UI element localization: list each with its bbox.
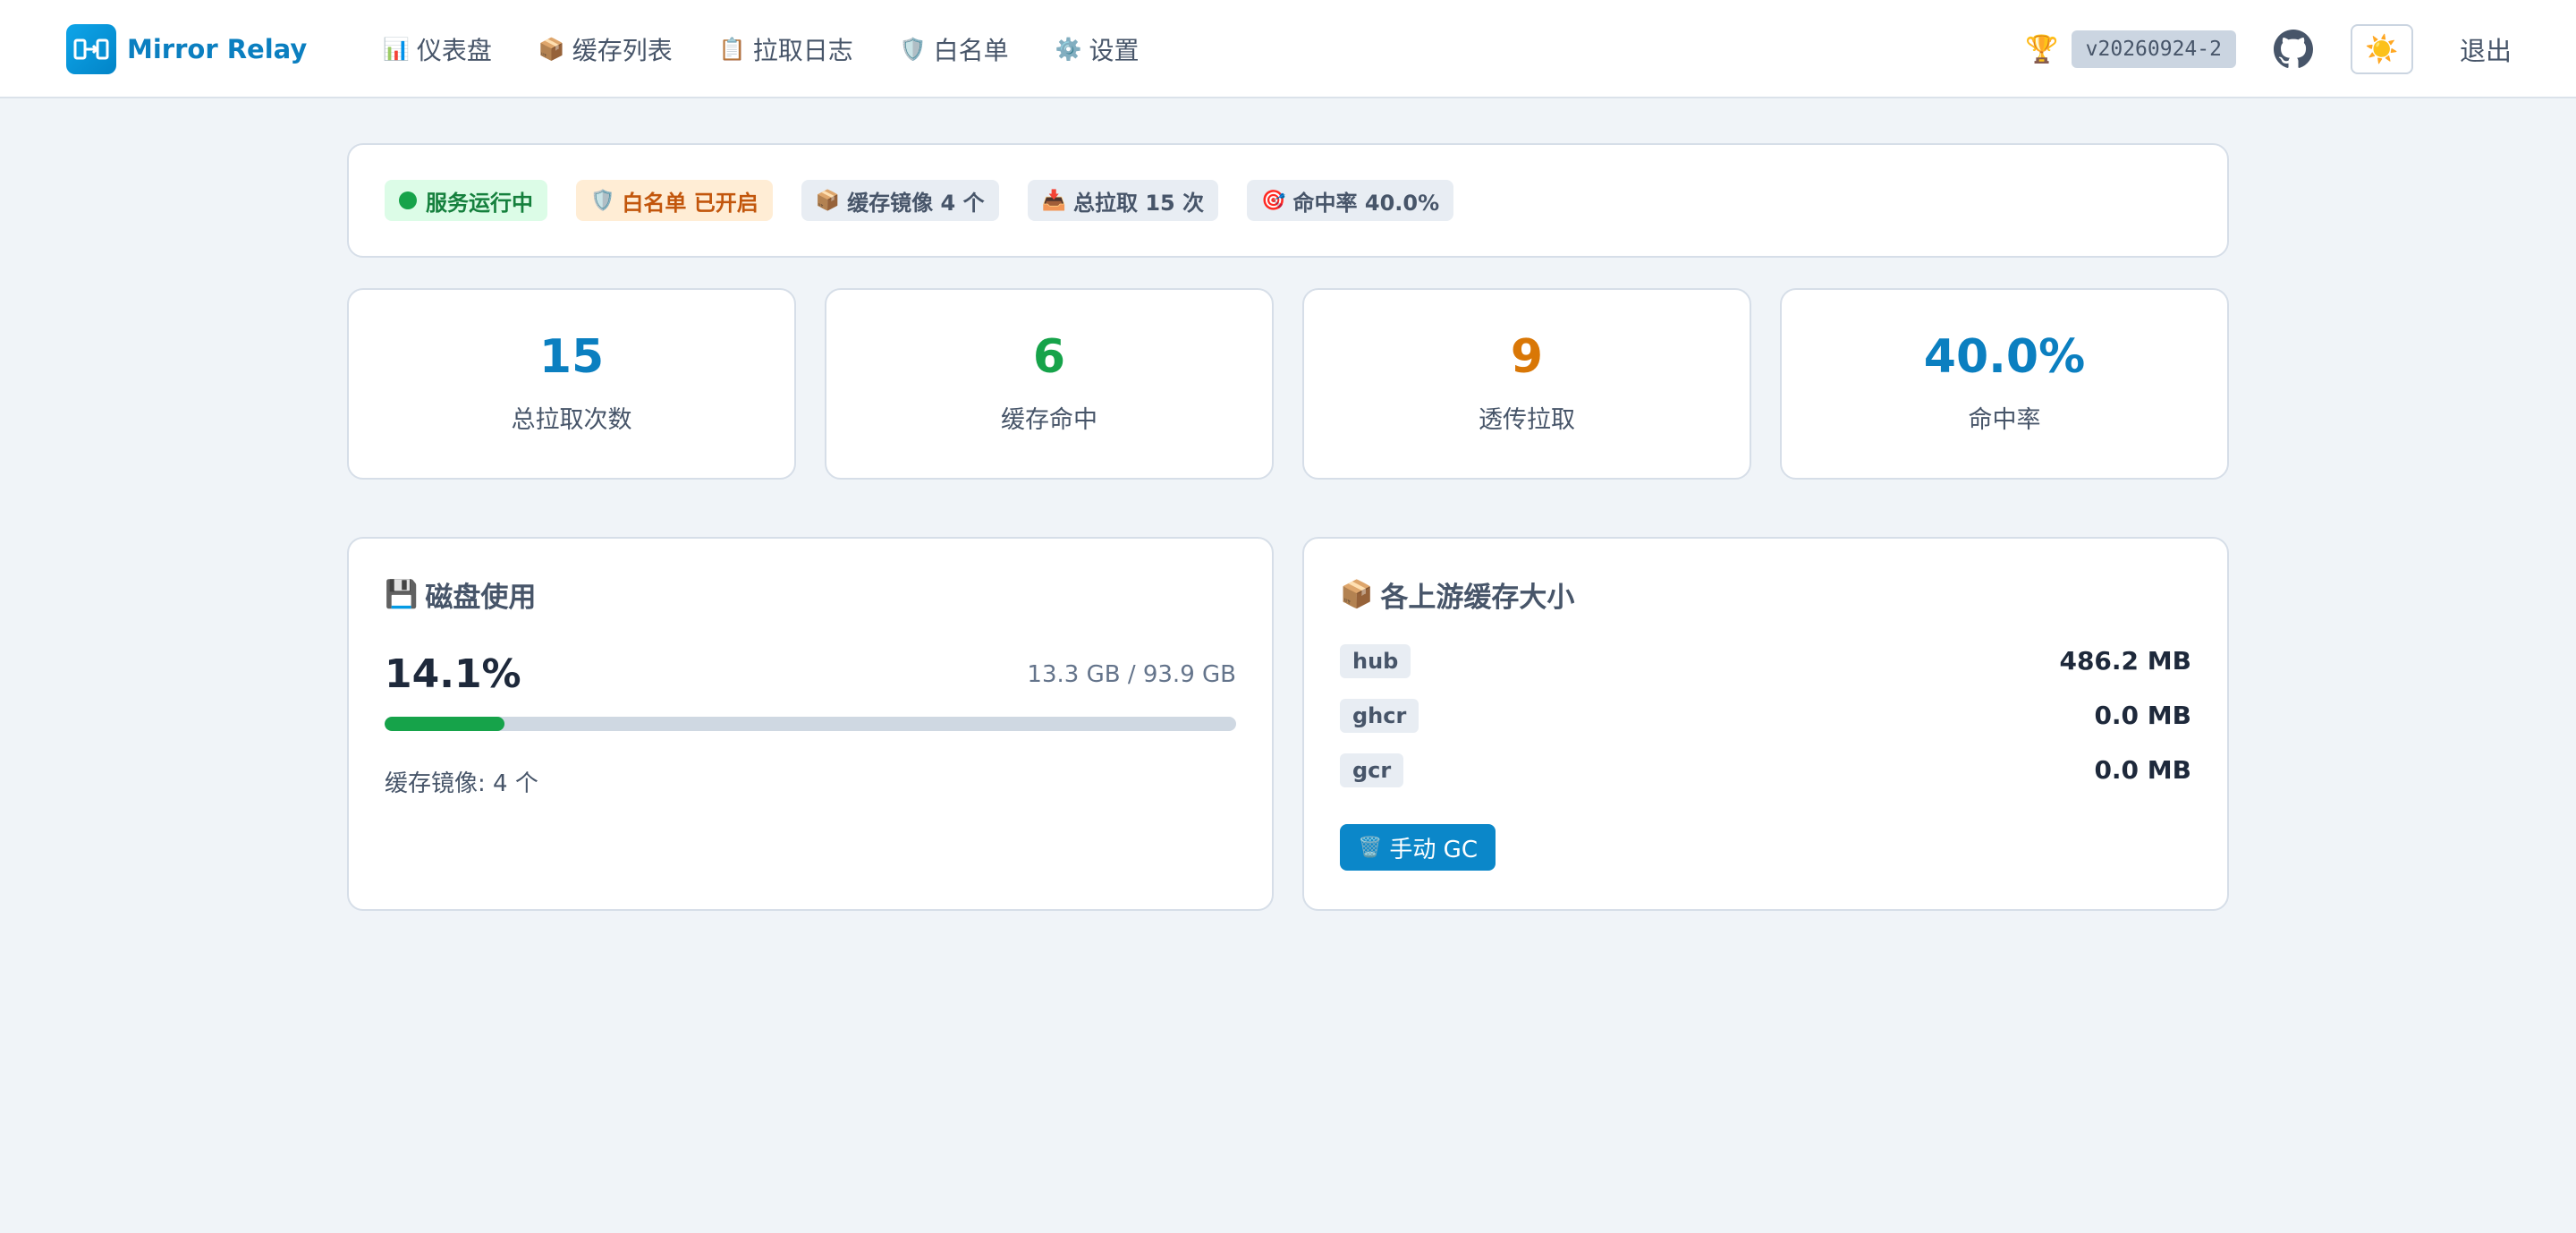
nav-label: 缓存列表 xyxy=(572,36,673,65)
gc-label: 手动 GC xyxy=(1389,836,1478,863)
target-icon: 🎯 xyxy=(1261,189,1286,212)
nav-cache-list[interactable]: 📦 缓存列表 xyxy=(538,31,673,67)
nav-label: 白名单 xyxy=(933,36,1009,65)
header-tools: 🏆 v20260924-2 ☀️ 退出 xyxy=(2025,24,2512,74)
hit-rate-text: 命中率 40.0% xyxy=(1292,190,1440,216)
stat-card-passthrough: 9 透传拉取 xyxy=(1302,288,1751,480)
brand-name: Mirror Relay xyxy=(127,34,308,64)
stat-value: 6 xyxy=(1032,329,1066,384)
panel-title: 📦 各上游缓存大小 xyxy=(1340,574,2191,614)
cached-images-badge: 📦 缓存镜像 4 个 xyxy=(801,180,999,221)
status-bar: 服务运行中 🛡️ 白名单 已开启 📦 缓存镜像 4 个 📥 总拉取 15 次 🎯… xyxy=(347,143,2229,258)
upstream-list: hub 486.2 MB ghcr 0.0 MB gcr 0.0 MB xyxy=(1340,634,2191,797)
sun-icon: ☀️ xyxy=(2365,33,2399,65)
panel-title: 💾 磁盘使用 xyxy=(385,574,1236,614)
nav-whitelist[interactable]: 🛡️ 白名单 xyxy=(900,31,1009,67)
nav-label: 仪表盘 xyxy=(416,36,492,65)
list-item: gcr 0.0 MB xyxy=(1340,743,2191,797)
shield-icon: 🛡️ xyxy=(590,189,615,212)
floppy-disk-icon: 💾 xyxy=(385,578,419,610)
list-item: hub 486.2 MB xyxy=(1340,634,2191,688)
upstream-name-tag: gcr xyxy=(1340,753,1404,787)
whitelist-status-text: 白名单 已开启 xyxy=(622,190,758,216)
manual-gc-button[interactable]: 🗑️ 手动 GC xyxy=(1340,824,1496,871)
stat-card-hit-rate: 40.0% 命中率 xyxy=(1780,288,2229,480)
theme-toggle-button[interactable]: ☀️ xyxy=(2350,24,2413,74)
github-icon[interactable] xyxy=(2273,30,2313,69)
inbox-tray-icon: 📥 xyxy=(1041,189,1066,212)
bar-chart-icon: 📊 xyxy=(383,37,410,62)
disk-progress-bar xyxy=(385,717,1236,731)
whitelist-status-badge: 🛡️ 白名单 已开启 xyxy=(576,180,773,221)
nav-label: 设置 xyxy=(1089,36,1140,65)
total-pulls-text: 总拉取 15 次 xyxy=(1073,190,1205,216)
package-icon: 📦 xyxy=(815,189,841,212)
upstream-size: 0.0 MB xyxy=(2094,755,2191,785)
clipboard-icon: 📋 xyxy=(718,37,746,62)
stat-label: 透传拉取 xyxy=(1479,405,1575,434)
nav-settings[interactable]: ⚙️ 设置 xyxy=(1055,31,1140,67)
service-status-badge: 服务运行中 xyxy=(385,180,547,221)
top-navbar: Mirror Relay 📊 仪表盘 📦 缓存列表 📋 拉取日志 🛡️ 白名单 … xyxy=(0,0,2576,98)
upstream-name-tag: ghcr xyxy=(1340,698,1419,733)
logout-link[interactable]: 退出 xyxy=(2460,30,2512,68)
main-nav: 📊 仪表盘 📦 缓存列表 📋 拉取日志 🛡️ 白名单 ⚙️ 设置 xyxy=(383,24,1186,74)
stat-card-cache-hits: 6 缓存命中 xyxy=(825,288,1274,480)
stat-value: 40.0% xyxy=(1923,329,2086,384)
total-pulls-badge: 📥 总拉取 15 次 xyxy=(1027,180,1219,221)
disk-progress-fill xyxy=(385,717,505,731)
upstream-size: 486.2 MB xyxy=(2059,646,2191,676)
upstream-size: 0.0 MB xyxy=(2094,701,2191,730)
stat-value: 9 xyxy=(1510,329,1544,384)
list-item: ghcr 0.0 MB xyxy=(1340,688,2191,743)
disk-title: 磁盘使用 xyxy=(425,581,537,614)
cached-images-text: 缓存镜像 4 个 xyxy=(847,190,985,216)
disk-percent: 14.1% xyxy=(385,651,521,697)
stat-label: 缓存命中 xyxy=(1001,405,1097,434)
stat-card-total-pulls: 15 总拉取次数 xyxy=(347,288,796,480)
version-badge: v20260924-2 xyxy=(2071,30,2236,68)
shield-icon: 🛡️ xyxy=(899,37,927,62)
stat-label: 命中率 xyxy=(1968,405,2041,434)
nav-dashboard[interactable]: 📊 仪表盘 xyxy=(383,31,492,67)
upstream-cache-panel: 📦 各上游缓存大小 hub 486.2 MB ghcr 0.0 MB gcr 0… xyxy=(1302,537,2229,911)
stat-label: 总拉取次数 xyxy=(511,405,632,434)
nav-pull-logs[interactable]: 📋 拉取日志 xyxy=(719,31,853,67)
nav-label: 拉取日志 xyxy=(752,36,853,65)
disk-size: 13.3 GB / 93.9 GB xyxy=(1027,660,1236,688)
disk-usage-panel: 💾 磁盘使用 14.1% 13.3 GB / 93.9 GB 缓存镜像: 4 个 xyxy=(347,537,1274,911)
disk-cached-images: 缓存镜像: 4 个 xyxy=(385,770,538,797)
green-dot-icon xyxy=(399,191,417,209)
trophy-icon: 🏆 xyxy=(2025,33,2059,65)
package-icon: 📦 xyxy=(538,37,565,62)
brand[interactable]: Mirror Relay xyxy=(66,24,307,74)
relay-logo-icon xyxy=(66,24,116,74)
stat-value: 15 xyxy=(538,329,605,384)
upstream-name-tag: hub xyxy=(1340,643,1411,678)
package-icon: 📦 xyxy=(1340,578,1374,610)
service-status-text: 服务运行中 xyxy=(426,190,533,216)
hit-rate-badge: 🎯 命中率 40.0% xyxy=(1247,180,1454,221)
gear-icon: ⚙️ xyxy=(1055,37,1082,62)
upstream-title: 各上游缓存大小 xyxy=(1380,581,1575,614)
disk-summary: 14.1% 13.3 GB / 93.9 GB xyxy=(385,651,1236,697)
trash-can-icon: 🗑️ xyxy=(1358,836,1383,859)
